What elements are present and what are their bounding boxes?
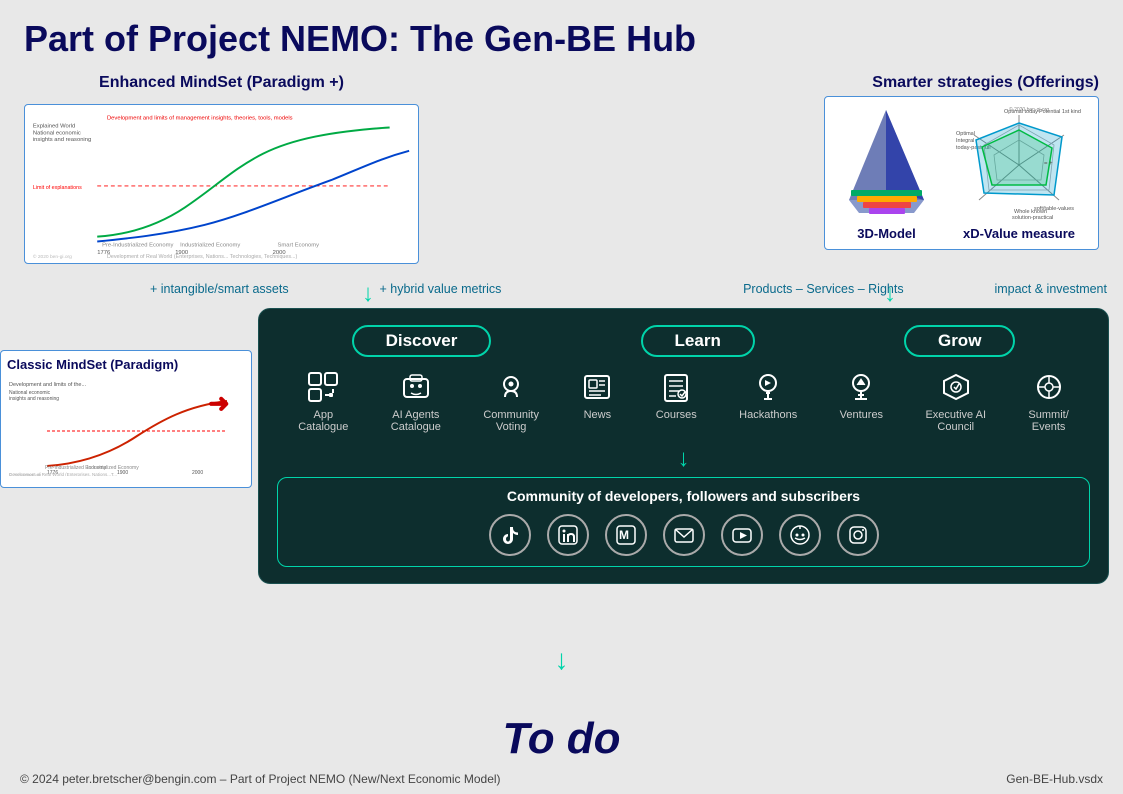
app-catalogue-label: AppCatalogue bbox=[298, 409, 348, 433]
discord-icon[interactable] bbox=[779, 514, 821, 556]
main-chart-svg: Explained World National economic insigh… bbox=[29, 109, 414, 259]
ventures-icon bbox=[845, 371, 877, 403]
ai-agents-icon bbox=[400, 371, 432, 403]
ai-agents-item: AI AgentsCatalogue bbox=[391, 371, 441, 433]
teal-arrow-left: ↓ bbox=[362, 282, 374, 306]
summit-label: Summit/Events bbox=[1028, 409, 1068, 433]
hackathons-icon bbox=[752, 371, 784, 403]
medium-icon[interactable]: M bbox=[605, 514, 647, 556]
classic-mindset-box: Classic MindSet (Paradigm) Development a… bbox=[0, 350, 252, 488]
offerings-box: 3D-Model Optimal today Potential 1st kin… bbox=[824, 96, 1099, 250]
summit-icon bbox=[1033, 371, 1065, 403]
grow-tab[interactable]: Grow bbox=[904, 325, 1015, 357]
annotations-row: + intangible/smart assets + hybrid value… bbox=[150, 282, 1107, 296]
svg-text:Explained World: Explained World bbox=[33, 123, 75, 129]
community-title: Community of developers, followers and s… bbox=[292, 488, 1075, 504]
instagram-icon[interactable] bbox=[837, 514, 879, 556]
svg-text:National economic: National economic bbox=[33, 130, 81, 136]
svg-text:= +: = + bbox=[1044, 161, 1053, 167]
svg-text:Development and limits of the.: Development and limits of the... bbox=[9, 382, 87, 388]
svg-text:Industrialized Economy: Industrialized Economy bbox=[87, 465, 139, 471]
3d-model-label: 3D-Model bbox=[857, 226, 916, 241]
tiktok-icon[interactable] bbox=[489, 514, 531, 556]
summit-item: Summit/Events bbox=[1028, 371, 1068, 433]
svg-text:Development of Real World (Ent: Development of Real World (Enterprises, … bbox=[107, 254, 298, 259]
svg-text:Smart Economy: Smart Economy bbox=[278, 242, 320, 248]
red-arrow: ➜ bbox=[208, 388, 230, 419]
hackathons-item: Hackathons bbox=[739, 371, 797, 421]
courses-icon bbox=[660, 371, 692, 403]
footer-left: © 2024 peter.bretscher@bengin.com – Part… bbox=[20, 772, 501, 786]
discover-tab[interactable]: Discover bbox=[352, 325, 492, 357]
xd-label: xD-Value measure bbox=[963, 226, 1075, 241]
learn-tab[interactable]: Learn bbox=[641, 325, 755, 357]
classic-chart-svg: Development and limits of the... Nationa… bbox=[7, 376, 242, 476]
community-voting-item: CommunityVoting bbox=[483, 371, 539, 433]
svg-text:Integral: Integral bbox=[956, 138, 974, 144]
hub-tabs-row: Discover Learn Grow bbox=[277, 325, 1090, 357]
main-chart-box: Explained World National economic insigh… bbox=[24, 104, 419, 264]
svg-text:M: M bbox=[619, 528, 629, 542]
hackathons-label: Hackathons bbox=[739, 409, 797, 421]
youtube-icon[interactable] bbox=[721, 514, 763, 556]
ventures-label: Ventures bbox=[840, 409, 883, 421]
ann3: Products – Services – Rights bbox=[743, 282, 904, 296]
app-catalogue-item: AppCatalogue bbox=[298, 371, 348, 433]
news-icon bbox=[581, 371, 613, 403]
linkedin-icon[interactable] bbox=[547, 514, 589, 556]
social-icons-row: M bbox=[292, 514, 1075, 556]
footer: © 2024 peter.bretscher@bengin.com – Part… bbox=[20, 772, 1103, 786]
xd-value-item: Optimal today Potential 1st kind Optimal… bbox=[954, 105, 1084, 241]
courses-label: Courses bbox=[656, 409, 697, 421]
spider-svg: Optimal today Potential 1st kind Optimal… bbox=[954, 105, 1084, 220]
svg-text:© 2020 ben-gi.org: © 2020 ben-gi.org bbox=[1009, 106, 1049, 113]
svg-text:© 2020 ben-gi.org: © 2020 ben-gi.org bbox=[9, 472, 41, 476]
main-title: Part of Project NEMO: The Gen-BE Hub bbox=[24, 18, 1099, 60]
community-box: Community of developers, followers and s… bbox=[277, 477, 1090, 567]
svg-text:soft/table-values: soft/table-values bbox=[1034, 206, 1074, 212]
todo-label: To do bbox=[502, 714, 620, 764]
pyramid-svg bbox=[839, 105, 934, 220]
svg-text:Industrialized Economy: Industrialized Economy bbox=[180, 242, 240, 248]
ann4: impact & investment bbox=[994, 282, 1107, 296]
footer-right: Gen-BE-Hub.vsdx bbox=[1006, 772, 1103, 786]
hub-icons-row: AppCatalogue AI AgentsCatalogue bbox=[277, 371, 1090, 433]
community-voting-icon bbox=[495, 371, 527, 403]
svg-text:insights and reasoning: insights and reasoning bbox=[9, 396, 59, 402]
ventures-item: Ventures bbox=[840, 371, 883, 421]
exec-ai-label: Executive AICouncil bbox=[925, 409, 986, 433]
svg-text:2000: 2000 bbox=[192, 470, 203, 476]
3d-model-item: 3D-Model bbox=[839, 105, 934, 241]
svg-text:Pre-Industrialized Economy: Pre-Industrialized Economy bbox=[102, 242, 173, 248]
exec-ai-icon bbox=[940, 371, 972, 403]
email-icon[interactable] bbox=[663, 514, 705, 556]
app-catalogue-icon bbox=[307, 371, 339, 403]
svg-text:Optimal: Optimal bbox=[956, 131, 975, 137]
left-panel-title: Enhanced MindSet (Paradigm +) bbox=[24, 74, 419, 92]
right-panel-title: Smarter strategies (Offerings) bbox=[439, 74, 1099, 92]
teal-down-arrow: ↓ bbox=[277, 445, 1090, 473]
ai-agents-label: AI AgentsCatalogue bbox=[391, 409, 441, 433]
bottom-teal-arrow: ↓ bbox=[555, 644, 569, 676]
classic-mindset-title: Classic MindSet (Paradigm) bbox=[7, 357, 245, 372]
svg-text:insights and reasoning: insights and reasoning bbox=[33, 137, 91, 143]
exec-ai-item: Executive AICouncil bbox=[925, 371, 986, 433]
community-voting-label: CommunityVoting bbox=[483, 409, 539, 433]
svg-text:solution-practical: solution-practical bbox=[1012, 215, 1053, 220]
news-label: News bbox=[584, 409, 612, 421]
teal-arrow-right: ↓ bbox=[884, 282, 896, 306]
svg-text:Development and limits of mana: Development and limits of management ins… bbox=[107, 116, 293, 122]
ann1: + intangible/smart assets bbox=[150, 282, 289, 296]
courses-item: Courses bbox=[656, 371, 697, 421]
hub-container: Discover Learn Grow AppCatalogue bbox=[258, 308, 1109, 584]
svg-text:Limit of explanations: Limit of explanations bbox=[33, 185, 82, 191]
page: Part of Project NEMO: The Gen-BE Hub Enh… bbox=[0, 0, 1123, 794]
news-item: News bbox=[581, 371, 613, 421]
ann2: + hybrid value metrics bbox=[379, 282, 501, 296]
